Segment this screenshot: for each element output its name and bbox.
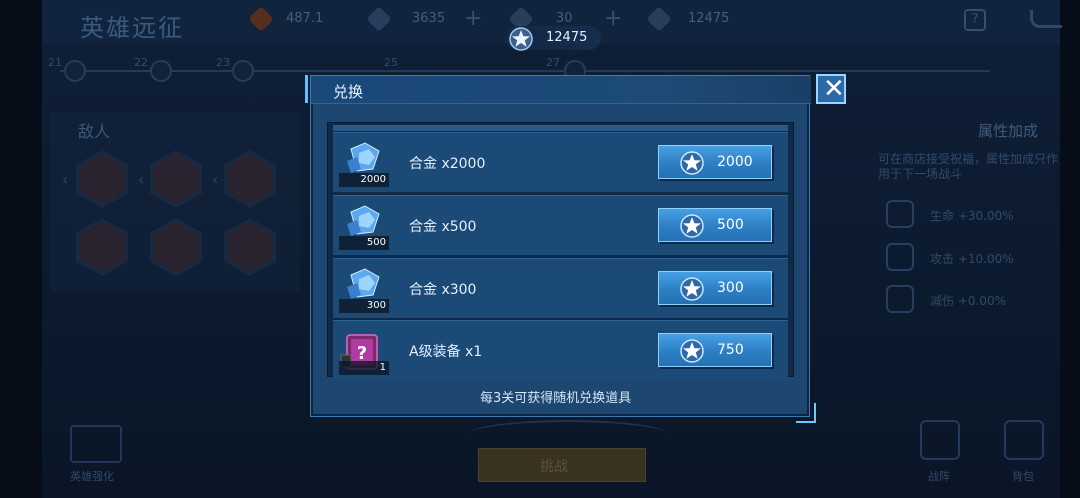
diamond-value: 3635 (412, 11, 446, 26)
list-top-edge (333, 125, 788, 131)
stage-number: 23 (216, 56, 230, 69)
add-diamond-button[interactable]: + (464, 6, 482, 31)
stage-number: 25 (384, 56, 398, 69)
hero-enhance-label: 英雄强化 (70, 470, 114, 483)
stage-node[interactable] (64, 60, 86, 82)
stage-node[interactable] (232, 60, 254, 82)
exchange-row: 2000 合金 x2000 2000 (333, 132, 788, 192)
item-name: 合金 x2000 (409, 156, 486, 172)
right-border (1060, 0, 1080, 498)
stage-track (60, 70, 990, 72)
page-title: 英雄远征 (80, 14, 184, 42)
start-ring (468, 420, 668, 450)
attr-title: 属性加成 (978, 122, 1039, 140)
dialog-header: 兑换 (311, 76, 811, 104)
item-count: 2000 (339, 173, 389, 187)
stage-node[interactable] (150, 60, 172, 82)
star-medal-icon (680, 277, 704, 301)
exchange-row: 300 合金 x300 300 (333, 258, 788, 318)
star-medal-value: 12475 (688, 11, 730, 26)
exchange-button[interactable]: 2000 (658, 145, 772, 179)
badge-value: 30 (556, 11, 573, 26)
price-label: 750 (717, 342, 744, 358)
backpack-icon[interactable] (1004, 420, 1044, 460)
item-name: 合金 x300 (409, 282, 477, 298)
help-button[interactable]: ? (964, 9, 986, 31)
exchange-row: 500 合金 x500 500 (333, 195, 788, 255)
star-medal-icon (680, 339, 704, 363)
stage-number: 27 (546, 56, 560, 69)
chevron-left-icon: ‹ (138, 170, 145, 189)
gift-icon[interactable] (70, 425, 122, 463)
heart-icon (886, 200, 914, 228)
item-name: A级装备 x1 (409, 344, 483, 360)
item-count: 500 (339, 236, 389, 250)
price-label: 2000 (717, 154, 753, 170)
dialog-title: 兑换 (333, 83, 364, 101)
exchange-button[interactable]: 300 (658, 271, 772, 305)
stage-number: 21 (48, 56, 62, 69)
formation-label: 战阵 (928, 470, 950, 483)
left-border (0, 0, 42, 498)
backpack-label: 背包 (1012, 470, 1034, 483)
close-button[interactable]: ✕ (816, 74, 846, 104)
corner-decoration (796, 403, 816, 423)
swords-icon (886, 243, 914, 271)
currency-value: 12475 (546, 30, 588, 45)
chevron-left-icon: ‹ (62, 170, 69, 189)
header-accent (305, 75, 308, 103)
stage-number: 22 (134, 56, 148, 69)
chevron-left-icon: ‹ (212, 170, 219, 189)
attr-def: 减伤 +0.00% (930, 294, 1006, 308)
back-button[interactable] (1030, 10, 1062, 28)
dialog-footer-note: 每3关可获得随机兑换道具 (480, 391, 632, 406)
attr-hp: 生命 +30.00% (930, 209, 1014, 223)
exchange-button[interactable]: 750 (658, 333, 772, 367)
gold-value: 487.1 (286, 11, 324, 26)
shield-icon (886, 285, 914, 313)
enemy-title: 敌人 (78, 122, 111, 141)
attr-atk: 攻击 +10.00% (930, 252, 1014, 266)
add-badge-button[interactable]: + (604, 6, 622, 31)
exchange-row: ? 1 A级装备 x1 750 (333, 320, 788, 380)
item-count: 300 (339, 299, 389, 313)
start-button-label: 挑战 (540, 459, 568, 475)
item-count: 1 (339, 361, 389, 375)
item-name: 合金 x500 (409, 219, 477, 235)
close-icon: ✕ (823, 74, 845, 104)
price-label: 500 (717, 217, 744, 233)
star-medal-icon (680, 151, 704, 175)
price-label: 300 (717, 280, 744, 296)
star-medal-icon (680, 214, 704, 238)
exchange-button[interactable]: 500 (658, 208, 772, 242)
formation-icon[interactable] (920, 420, 960, 460)
attr-description: 可在商店接受祝福，属性加成只作用于下一场战斗 (878, 152, 1059, 181)
star-medal-icon (509, 27, 533, 51)
